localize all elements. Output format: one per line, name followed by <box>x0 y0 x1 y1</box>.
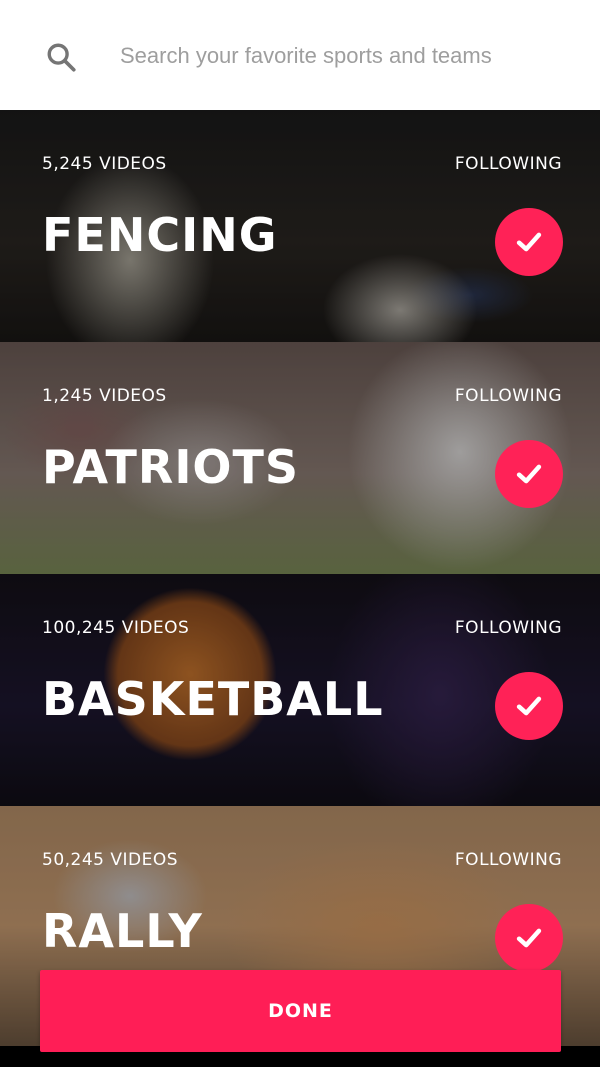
video-count: 50,245 VIDEOS <box>42 850 179 870</box>
following-label: FOLLOWING <box>454 154 562 174</box>
following-label: FOLLOWING <box>454 618 562 638</box>
check-icon <box>516 464 542 484</box>
video-count: 5,245 VIDEOS <box>42 154 167 174</box>
follow-toggle-button[interactable] <box>495 904 563 972</box>
topic-card-fencing[interactable]: 5,245 VIDEOS FOLLOWING FENCING <box>0 110 600 350</box>
search-bar <box>0 0 600 110</box>
done-button[interactable]: DONE <box>40 970 561 1052</box>
topic-title: BASKETBALL <box>42 672 384 726</box>
topic-title: RALLY <box>42 904 203 958</box>
topic-title: PATRIOTS <box>42 440 300 494</box>
topic-card-basketball[interactable]: 100,245 VIDEOS FOLLOWING BASKETBALL <box>0 574 600 814</box>
following-label: FOLLOWING <box>454 386 562 406</box>
topic-title: FENCING <box>42 208 278 262</box>
check-icon <box>516 928 542 948</box>
check-icon <box>516 232 542 252</box>
topic-card-patriots[interactable]: 1,245 VIDEOS FOLLOWING PATRIOTS <box>0 342 600 582</box>
follow-toggle-button[interactable] <box>495 208 563 276</box>
video-count: 1,245 VIDEOS <box>42 386 167 406</box>
check-icon <box>516 696 542 716</box>
following-label: FOLLOWING <box>454 850 562 870</box>
topic-list: 5,245 VIDEOS FOLLOWING FENCING 1,245 VID… <box>0 110 600 1067</box>
video-count: 100,245 VIDEOS <box>42 618 190 638</box>
search-icon[interactable] <box>44 40 78 74</box>
follow-toggle-button[interactable] <box>495 440 563 508</box>
follow-toggle-button[interactable] <box>495 672 563 740</box>
search-input[interactable] <box>120 38 560 74</box>
